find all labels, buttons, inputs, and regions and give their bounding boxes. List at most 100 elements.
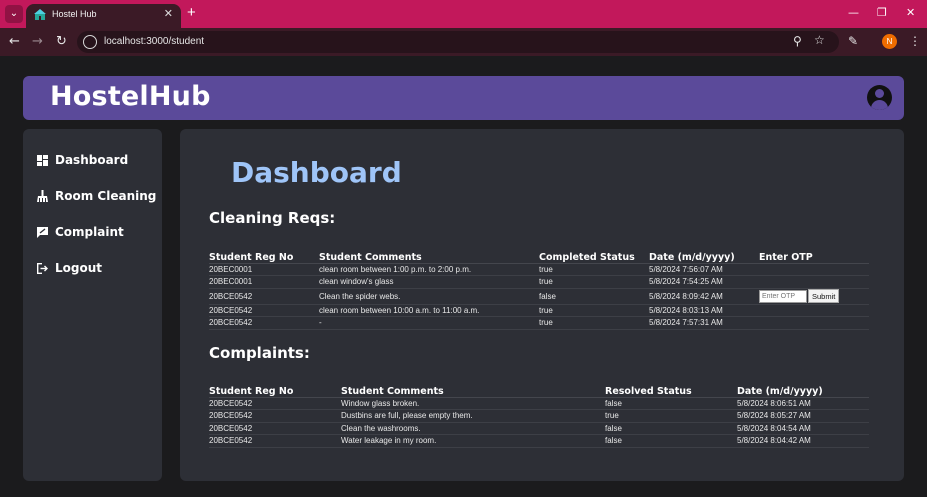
- browser-tabstrip: ⌄ Hostel Hub ✕ + — ❐ ✕: [0, 0, 927, 28]
- sidebar-item-label: Logout: [55, 261, 103, 275]
- column-header: Resolved Status: [605, 384, 737, 398]
- otp-cell-empty: [759, 304, 869, 317]
- reg-no-cell: 20BCE0542: [209, 409, 341, 423]
- user-avatar-icon[interactable]: [867, 85, 892, 110]
- otp-cell-empty: [759, 275, 869, 289]
- close-window-icon[interactable]: ✕: [906, 6, 915, 19]
- column-header: Enter OTP: [759, 250, 869, 264]
- tab-search-icon[interactable]: ⌄: [5, 5, 23, 23]
- sidebar-item-complaint[interactable]: Complaint: [36, 224, 124, 240]
- otp-submit-button[interactable]: Submit: [808, 289, 840, 303]
- reg-no-cell: 20BCE0542: [209, 304, 319, 317]
- reg-no-cell: 20BEC0001: [209, 263, 319, 276]
- otp-input[interactable]: [759, 289, 807, 303]
- column-header: Student Reg No: [209, 250, 319, 264]
- bookmark-star-icon[interactable]: ☆: [814, 33, 825, 47]
- reload-icon[interactable]: ↻: [56, 34, 67, 49]
- status-cell: true: [605, 409, 737, 423]
- sidebar-item-label: Dashboard: [55, 153, 129, 167]
- site-info-icon[interactable]: [83, 35, 97, 49]
- sidebar-item-dashboard[interactable]: Dashboard: [36, 152, 128, 168]
- sidebar-item-label: Complaint: [55, 225, 124, 239]
- close-tab-icon[interactable]: ✕: [164, 7, 173, 20]
- date-cell: 5/8/2024 8:09:42 AM: [649, 288, 759, 305]
- date-cell: 5/8/2024 8:05:27 AM: [737, 409, 869, 423]
- status-cell: false: [605, 434, 737, 448]
- main-panel: Dashboard Cleaning Reqs: Student Reg No …: [180, 129, 904, 481]
- date-cell: 5/8/2024 7:56:07 AM: [649, 263, 759, 276]
- new-tab-icon[interactable]: +: [187, 4, 196, 21]
- browser-toolbar: ← → ↻ localhost:3000/student ⚲ ☆ ✎ N ⋮: [0, 28, 927, 56]
- comment-cell: Dustbins are full, please empty them.: [341, 409, 605, 423]
- comment-cell: clean window's glass: [319, 275, 539, 289]
- reg-no-cell: 20BEC0001: [209, 275, 319, 289]
- column-header: Student Comments: [341, 384, 605, 398]
- minimize-icon[interactable]: —: [848, 6, 859, 19]
- date-cell: 5/8/2024 8:04:54 AM: [737, 422, 869, 435]
- comment-cell: Window glass broken.: [341, 397, 605, 410]
- status-cell: true: [539, 263, 649, 276]
- reg-no-cell: 20BCE0542: [209, 397, 341, 410]
- hostel-favicon-icon: [34, 9, 46, 20]
- page-title: Dashboard: [231, 156, 402, 189]
- table-row: 20BCE0542 Clean the washrooms. false 5/8…: [209, 422, 869, 435]
- complaints-table: Student Reg No Student Comments Resolved…: [209, 384, 869, 448]
- sidebar: Dashboard Room Cleaning Complaint Logout: [23, 129, 162, 481]
- otp-cell-empty: [759, 316, 869, 330]
- app-page: HostelHub Dashboard Room Cleaning Compla…: [0, 56, 927, 497]
- brand-logo-text[interactable]: HostelHub: [50, 81, 211, 112]
- sidebar-item-room-cleaning[interactable]: Room Cleaning: [36, 188, 156, 204]
- dashboard-icon: [36, 154, 48, 166]
- cleaning-requests-table: Student Reg No Student Comments Complete…: [209, 250, 869, 330]
- table-header-row: Student Reg No Student Comments Complete…: [209, 250, 869, 264]
- logout-icon: [36, 262, 48, 274]
- status-cell: false: [605, 422, 737, 435]
- tab-title: Hostel Hub: [52, 9, 97, 19]
- otp-cell: Submit: [759, 288, 869, 305]
- table-header-row: Student Reg No Student Comments Resolved…: [209, 384, 869, 398]
- app-header: HostelHub: [23, 76, 904, 120]
- column-header: Student Comments: [319, 250, 539, 264]
- browser-tab[interactable]: Hostel Hub ✕: [26, 4, 181, 28]
- date-cell: 5/8/2024 8:04:42 AM: [737, 434, 869, 448]
- date-cell: 5/8/2024 7:57:31 AM: [649, 316, 759, 330]
- table-row: 20BCE0542 Window glass broken. false 5/8…: [209, 397, 869, 410]
- zoom-icon[interactable]: ⚲: [793, 34, 802, 48]
- comment-cell: Clean the washrooms.: [341, 422, 605, 435]
- complaints-section-title: Complaints:: [209, 344, 310, 362]
- comment-cell: Water leakage in my room.: [341, 434, 605, 448]
- table-row: 20BCE0542 Water leakage in my room. fals…: [209, 434, 869, 448]
- status-cell: true: [539, 304, 649, 317]
- table-row: 20BCE0542 clean room between 10:00 a.m. …: [209, 304, 869, 317]
- reg-no-cell: 20BCE0542: [209, 422, 341, 435]
- more-menu-icon[interactable]: ⋮: [909, 34, 921, 48]
- table-row: 20BEC0001 clean window's glass true 5/8/…: [209, 275, 869, 289]
- profile-avatar[interactable]: N: [882, 34, 897, 49]
- column-header: Completed Status: [539, 250, 649, 264]
- status-cell: true: [539, 275, 649, 289]
- sidebar-item-label: Room Cleaning: [55, 189, 157, 203]
- comment-cell: -: [319, 316, 539, 330]
- back-icon[interactable]: ←: [9, 34, 20, 49]
- date-cell: 5/8/2024 7:54:25 AM: [649, 275, 759, 289]
- comment-cell: clean room between 10:00 a.m. to 11:00 a…: [319, 304, 539, 317]
- reg-no-cell: 20BCE0542: [209, 316, 319, 330]
- column-header: Student Reg No: [209, 384, 341, 398]
- sidebar-item-logout[interactable]: Logout: [36, 260, 102, 276]
- forward-icon[interactable]: →: [32, 34, 43, 49]
- comment-cell: Clean the spider webs.: [319, 288, 539, 305]
- address-bar[interactable]: localhost:3000/student ⚲ ☆: [77, 31, 839, 53]
- comment-cell: clean room between 1:00 p.m. to 2:00 p.m…: [319, 263, 539, 276]
- restore-icon[interactable]: ❐: [877, 6, 887, 19]
- column-header: Date (m/d/yyyy): [649, 250, 759, 264]
- table-row: 20BEC0001 clean room between 1:00 p.m. t…: [209, 263, 869, 276]
- column-header: Date (m/d/yyyy): [737, 384, 869, 398]
- date-cell: 5/8/2024 8:06:51 AM: [737, 397, 869, 410]
- table-row: 20BCE0542 Dustbins are full, please empt…: [209, 409, 869, 423]
- url-text[interactable]: localhost:3000/student: [104, 36, 204, 47]
- extensions-icon[interactable]: ✎: [848, 34, 858, 48]
- complaint-icon: [36, 226, 48, 238]
- table-row: 20BCE0542 Clean the spider webs. false 5…: [209, 288, 869, 305]
- reg-no-cell: 20BCE0542: [209, 288, 319, 305]
- status-cell: false: [539, 288, 649, 305]
